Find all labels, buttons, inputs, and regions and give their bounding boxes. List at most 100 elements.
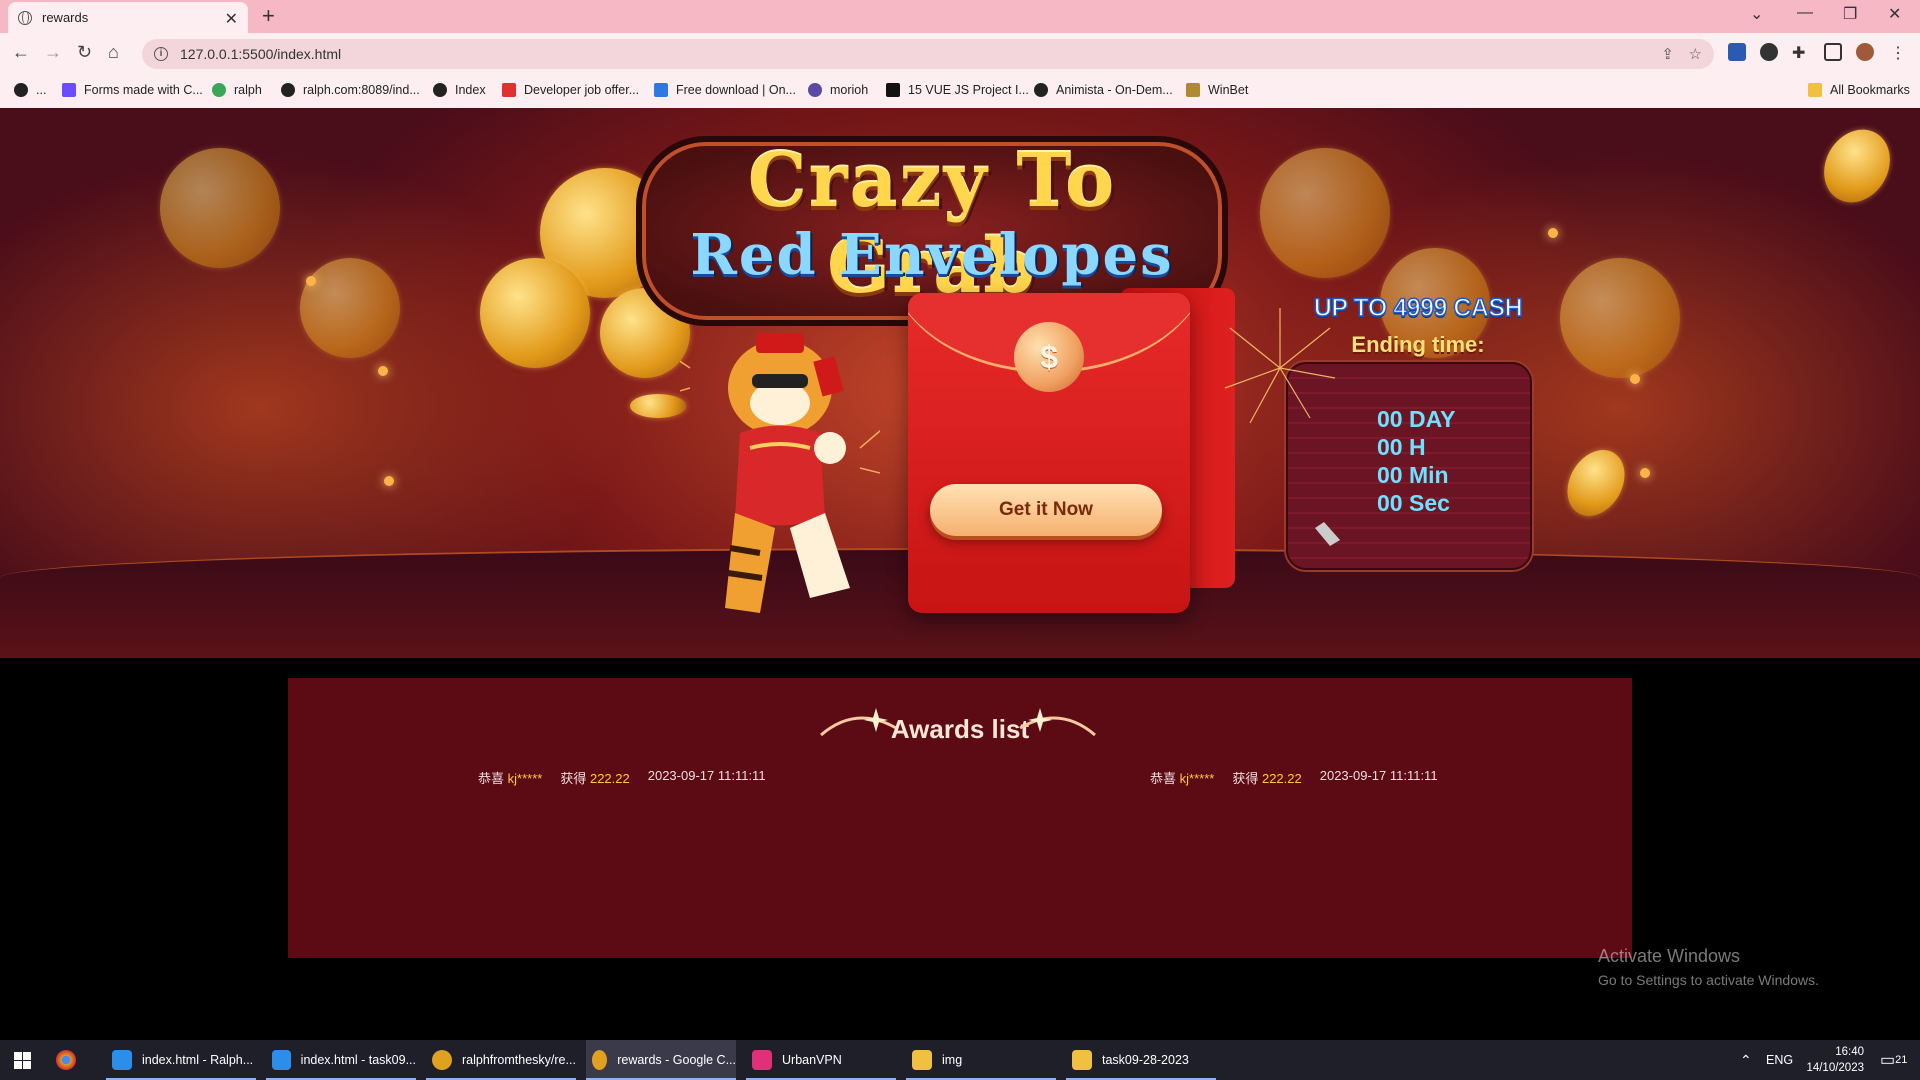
- activate-windows-title: Activate Windows: [1598, 946, 1741, 966]
- tab-strip: rewards ✕ + ⌄ — ❐ ✕: [0, 0, 1920, 33]
- new-tab-button[interactable]: +: [262, 3, 275, 29]
- vscode-icon: [112, 1050, 132, 1070]
- bookmark-item[interactable]: ralph: [212, 83, 262, 97]
- clock[interactable]: 16:40 14/10/2023: [1800, 1040, 1864, 1080]
- taskbar-item-active[interactable]: rewards - Google C...: [586, 1040, 736, 1080]
- share-icon[interactable]: ⇪: [1661, 45, 1674, 63]
- bookmark-label: morioh: [830, 83, 869, 97]
- close-tab-icon[interactable]: ✕: [225, 9, 238, 29]
- taskbar-label: ralphfromthesky/re...: [462, 1053, 576, 1067]
- page-viewport: Crazy To Grab Red Envelopes $ Get it Now…: [0, 108, 1920, 1040]
- award-user: 恭喜 kj*****: [1150, 768, 1214, 787]
- reload-button[interactable]: ↻: [77, 42, 92, 63]
- coin-icon: [300, 258, 400, 358]
- profile-avatar[interactable]: [1856, 43, 1874, 61]
- bookmark-item[interactable]: Developer job offer...: [502, 83, 639, 97]
- coin-icon: [480, 258, 590, 368]
- bookmark-item[interactable]: Forms made with C...: [62, 83, 203, 97]
- forward-button[interactable]: →: [44, 42, 62, 63]
- coin-icon: [1260, 148, 1390, 278]
- bookmark-label: ralph: [234, 83, 262, 97]
- bookmark-label: Forms made with C...: [84, 83, 203, 97]
- url-text: 127.0.0.1:5500/index.html: [180, 46, 342, 62]
- back-button[interactable]: ←: [12, 42, 30, 63]
- award-amount: 获得 222.22: [560, 768, 629, 787]
- sparkle-swirl-right-icon: [1019, 708, 1096, 737]
- bookmark-item[interactable]: Free download | On...: [654, 83, 796, 97]
- taskbar-label: img: [942, 1053, 963, 1067]
- bookmark-label: Index: [455, 83, 486, 97]
- folder-icon: [912, 1050, 932, 1070]
- chrome-icon: [56, 1050, 76, 1070]
- bookmark-item[interactable]: Animista - On-Dem...: [1034, 83, 1173, 97]
- bookmark-item[interactable]: ...: [14, 83, 46, 97]
- extension-ghost-icon[interactable]: [1760, 43, 1778, 61]
- windows-start-button[interactable]: [14, 1052, 31, 1069]
- menu-kebab-icon[interactable]: ⋮: [1890, 43, 1908, 62]
- folder-icon: [1072, 1050, 1092, 1070]
- extensions-puzzle-icon[interactable]: ✚: [1792, 43, 1810, 62]
- coin-icon: [630, 394, 686, 418]
- timer-seconds: 00 Sec: [1377, 490, 1450, 516]
- notifications-button[interactable]: ▭ 21: [1880, 1040, 1907, 1080]
- side-panel-icon[interactable]: [1824, 43, 1842, 61]
- minimize-button[interactable]: —: [1797, 4, 1813, 22]
- award-time: 2023-09-17 11:11:11: [1319, 768, 1438, 783]
- taskbar-item[interactable]: UrbanVPN: [746, 1040, 896, 1080]
- bookmark-item[interactable]: WinBet: [1186, 83, 1248, 97]
- a-icon: [1034, 83, 1048, 97]
- taskbar-item[interactable]: index.html - Ralph...: [106, 1040, 256, 1080]
- user-name: kj*****: [507, 771, 543, 786]
- get-it-now-button[interactable]: Get it Now: [930, 484, 1162, 536]
- bookmark-item[interactable]: morioh: [808, 83, 868, 97]
- light-bulb: [1548, 228, 1558, 238]
- taskbar-label: index.html - Ralph...: [142, 1053, 254, 1067]
- timer-minutes: 00 Min: [1377, 462, 1449, 488]
- taskbar-item[interactable]: task09-28-2023: [1066, 1040, 1216, 1080]
- video-icon: [886, 83, 900, 97]
- coin-icon: [1811, 117, 1903, 215]
- notification-count: 21: [1895, 1054, 1908, 1066]
- bookmarks-bar: ... Forms made with C... ralph ralph.com…: [0, 75, 1920, 108]
- restore-button[interactable]: ❐: [1843, 4, 1857, 24]
- got-text: 获得: [1232, 771, 1259, 786]
- bookmark-item[interactable]: 15 VUE JS Project I...: [886, 83, 1029, 97]
- language-indicator[interactable]: ENG: [1766, 1040, 1793, 1080]
- taskbar-chrome-pinned[interactable]: [56, 1040, 92, 1080]
- taskbar-item[interactable]: img: [906, 1040, 1056, 1080]
- all-bookmarks-label: All Bookmarks: [1830, 83, 1910, 97]
- tray-chevron-icon[interactable]: ⌃: [1740, 1040, 1752, 1080]
- hero-subtitle: Red Envelopes: [690, 222, 1174, 288]
- coin-icon: [160, 148, 280, 268]
- bookmark-label: ralph.com:8089/ind...: [303, 83, 420, 97]
- clock-time: 16:40: [1835, 1046, 1864, 1058]
- award-time: 2023-09-17 11:11:11: [647, 768, 766, 783]
- address-bar[interactable]: i 127.0.0.1:5500/index.html ☆ ⇪: [142, 39, 1714, 69]
- light-bulb: [1640, 468, 1650, 478]
- globe-icon: [18, 10, 32, 25]
- bookmark-label: ...: [36, 83, 47, 97]
- all-bookmarks[interactable]: All Bookmarks: [1808, 83, 1910, 97]
- taskbar-item[interactable]: index.html - task09...: [266, 1040, 416, 1080]
- hero-banner: Crazy To Grab Red Envelopes $ Get it Now…: [0, 108, 1920, 658]
- bookmark-label: WinBet: [1208, 83, 1249, 97]
- home-button[interactable]: ⌂: [108, 42, 119, 63]
- bookmark-star-icon[interactable]: ☆: [1689, 45, 1702, 63]
- vpn-icon: [752, 1050, 772, 1070]
- site-info-icon[interactable]: i: [154, 47, 168, 61]
- bookmark-label: Animista - On-Dem...: [1056, 83, 1173, 97]
- close-window-button[interactable]: ✕: [1888, 4, 1901, 24]
- tab-search-icon[interactable]: ⌄: [1750, 4, 1763, 24]
- taskbar-item[interactable]: ralphfromthesky/re...: [426, 1040, 576, 1080]
- taskbar-label: UrbanVPN: [782, 1053, 842, 1067]
- tab-rewards[interactable]: rewards ✕: [8, 2, 248, 33]
- bookmark-item[interactable]: ralph.com:8089/ind...: [281, 83, 420, 97]
- bookmark-item[interactable]: Index: [433, 83, 486, 97]
- extension-icon[interactable]: [1728, 43, 1746, 61]
- globe-icon: [433, 83, 447, 97]
- taskbar-label: rewards - Google C...: [617, 1053, 736, 1067]
- light-bulb: [1630, 374, 1640, 384]
- light-bulb: [306, 276, 316, 286]
- chrome-icon: [432, 1050, 452, 1070]
- awards-panel: Awards list 恭喜 kj***** 获得 222.22 2023-09…: [288, 678, 1632, 958]
